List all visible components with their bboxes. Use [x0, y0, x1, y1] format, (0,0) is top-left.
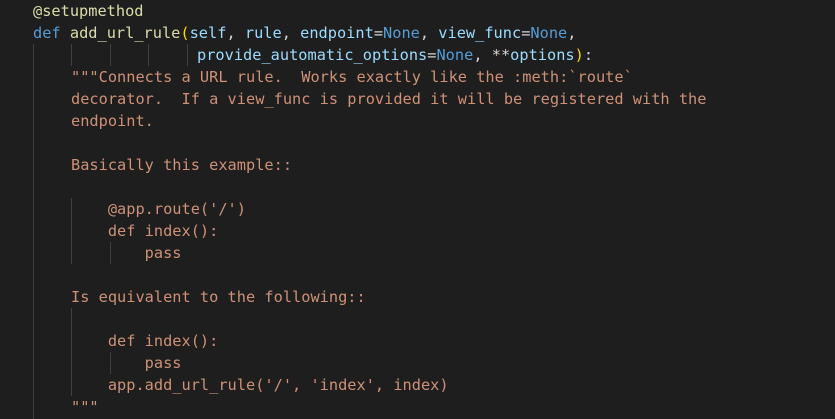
param-rule: rule: [244, 24, 282, 42]
docstring-line[interactable]: Basically this example::: [71, 154, 292, 176]
docstring-line[interactable]: pass: [71, 352, 182, 374]
docstring-line[interactable]: @app.route('/'): [71, 198, 246, 220]
indent-guide: [71, 44, 72, 66]
indent-guide: [148, 44, 149, 66]
docstring-line[interactable]: Is equivalent to the following::: [71, 286, 366, 308]
decorator-token: @setupmethod: [33, 2, 144, 20]
docstring-line[interactable]: pass: [71, 242, 182, 264]
code-line-def-continuation[interactable]: provide_automatic_options=None, **option…: [197, 44, 593, 66]
docstring-line[interactable]: decorator. If a view_func is provided it…: [71, 88, 706, 110]
def-keyword: def: [33, 24, 61, 42]
param-self: self: [189, 24, 227, 42]
none-constant: None: [383, 24, 420, 42]
indent-guide: [110, 44, 111, 66]
param-options: options: [510, 46, 575, 64]
docstring-line[interactable]: """: [71, 396, 99, 418]
docstring-line[interactable]: def index():: [71, 330, 219, 352]
function-name: add_url_rule: [69, 24, 181, 42]
docstring-line[interactable]: """Connects a URL rule. Works exactly li…: [71, 66, 633, 88]
close-paren: ): [574, 46, 584, 64]
code-editor[interactable]: @setupmethod def add_url_rule(self, rule…: [0, 0, 835, 419]
open-paren: (: [180, 24, 190, 42]
docstring-line[interactable]: def index():: [71, 220, 219, 242]
indent-guide: [33, 44, 34, 419]
param-provide-automatic-options: provide_automatic_options: [197, 46, 428, 64]
param-endpoint: endpoint: [300, 24, 374, 42]
code-line-decorator[interactable]: @setupmethod: [33, 0, 144, 22]
param-view-func: view_func: [438, 24, 522, 42]
docstring-line[interactable]: app.add_url_rule('/', 'index', index): [71, 374, 449, 396]
docstring-line[interactable]: endpoint.: [71, 110, 154, 132]
none-constant: None: [436, 46, 474, 64]
none-constant: None: [530, 24, 568, 42]
code-line-def[interactable]: def add_url_rule(self, rule, endpoint=No…: [33, 22, 576, 44]
kwargs-stars: **: [491, 46, 511, 64]
indent-guide: [187, 44, 188, 66]
